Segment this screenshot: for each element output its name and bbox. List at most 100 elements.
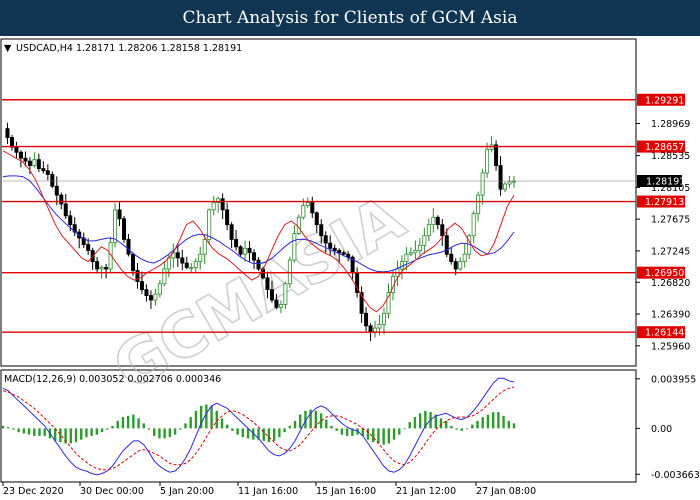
candle-body xyxy=(377,323,382,329)
y-tick-label: 1.27245 xyxy=(651,246,690,257)
macd-histogram-bar xyxy=(38,428,41,436)
candle-body xyxy=(444,235,449,255)
candle-body xyxy=(113,209,118,243)
candle-body xyxy=(162,268,167,285)
macd-histogram-bar xyxy=(288,425,291,429)
candle-body xyxy=(296,216,301,234)
candle-body xyxy=(314,212,319,226)
candle-body xyxy=(453,261,458,270)
candle-body xyxy=(99,267,104,270)
candle-body xyxy=(247,247,252,254)
macd-histogram-bar xyxy=(491,412,495,429)
candle-body xyxy=(45,170,50,175)
macd-histogram-bar xyxy=(465,428,469,430)
candle-body xyxy=(189,267,194,269)
main-panel xyxy=(0,38,637,367)
macd-histogram-bar xyxy=(173,428,177,435)
candle-body xyxy=(494,144,499,166)
macd-histogram-bar xyxy=(90,428,93,436)
candle-body xyxy=(373,327,378,333)
candle-body xyxy=(449,253,454,262)
macd-histogram-bar xyxy=(455,428,458,430)
macd-histogram-bar xyxy=(189,417,192,429)
macd-histogram-bar xyxy=(335,428,338,431)
price-level-label: 1.26144 xyxy=(645,328,684,339)
macd-histogram-bar xyxy=(168,428,172,438)
candle-body xyxy=(193,261,198,268)
candle-body xyxy=(180,257,185,264)
candle-body xyxy=(252,252,257,261)
macd-histogram-bar xyxy=(226,424,229,429)
macd-histogram-bar xyxy=(392,428,396,440)
candle-body xyxy=(229,224,234,240)
macd-histogram-bar xyxy=(293,420,297,429)
y-tick-label: 1.26390 xyxy=(651,310,690,321)
candle-body xyxy=(431,216,436,226)
candle-body xyxy=(126,239,131,255)
candle-body xyxy=(485,148,490,174)
macd-histogram-bar xyxy=(74,428,78,443)
candle-body xyxy=(234,239,239,248)
macd-histogram-bar xyxy=(163,428,166,439)
candle-body xyxy=(243,247,248,255)
candle-body xyxy=(9,137,14,148)
candle-body xyxy=(332,247,337,251)
macd-histogram-bar xyxy=(502,415,505,429)
macd-histogram-bar xyxy=(387,428,391,444)
macd-histogram-bar xyxy=(43,428,46,436)
candle-body xyxy=(104,267,109,270)
macd-histogram-bar xyxy=(147,428,151,430)
candle-body xyxy=(175,252,180,259)
macd-histogram-bar xyxy=(460,428,464,431)
candle-body xyxy=(498,165,503,190)
candle-body xyxy=(287,259,292,285)
price-level-label: 1.26950 xyxy=(645,268,684,279)
macd-histogram-bar xyxy=(486,414,490,429)
x-tick-label: 21 Jan 12:00 xyxy=(396,486,456,497)
macd-histogram-bar xyxy=(179,428,182,430)
candle-body xyxy=(422,235,427,246)
candle-body xyxy=(63,203,68,217)
candle-body xyxy=(507,181,512,185)
macd-histogram-bar xyxy=(481,417,484,429)
macd-histogram-bar xyxy=(158,428,161,439)
macd-histogram-bar xyxy=(340,428,344,435)
macd-histogram-bar xyxy=(220,418,224,429)
candle-body xyxy=(364,312,369,327)
candle-body xyxy=(139,281,144,291)
y-tick-label: 1.27675 xyxy=(651,215,690,226)
candle-body xyxy=(54,185,59,196)
candle-body xyxy=(211,202,216,211)
price-level-label: 1.27913 xyxy=(645,197,684,208)
candle-body xyxy=(68,215,73,226)
macd-histogram-bar xyxy=(278,428,281,438)
macd-tick-label: 0.003955 xyxy=(651,374,696,385)
candle-body xyxy=(341,252,346,255)
macd-histogram-bar xyxy=(377,428,380,444)
candle-body xyxy=(269,289,274,301)
candle-body xyxy=(404,253,409,262)
candle-body xyxy=(225,209,230,226)
macd-histogram-bar xyxy=(330,425,333,429)
macd-histogram-bar xyxy=(194,410,198,429)
macd-histogram-bar xyxy=(106,428,109,430)
candle-body xyxy=(328,242,333,249)
price-level-label: 1.28657 xyxy=(645,142,684,153)
candle-body xyxy=(27,160,32,166)
macd-histogram-bar xyxy=(27,428,31,435)
candle-body xyxy=(337,250,342,254)
candle-body xyxy=(471,213,476,237)
macd-histogram-bar xyxy=(95,428,99,435)
candle-body xyxy=(157,283,162,295)
macd-histogram-bar xyxy=(236,428,239,435)
macd-histogram-bar xyxy=(22,428,26,434)
macd-histogram-bar xyxy=(398,428,401,435)
x-tick-label: 23 Dec 2020 xyxy=(3,486,64,497)
x-tick-label: 27 Jan 08:00 xyxy=(476,486,536,497)
macd-histogram-bar xyxy=(137,418,140,429)
macd-histogram-bar xyxy=(153,428,156,436)
macd-histogram-bar xyxy=(283,428,286,433)
macd-histogram-bar xyxy=(262,428,265,441)
macd-histogram-bar xyxy=(512,423,516,429)
macd-histogram-bar xyxy=(17,428,20,433)
